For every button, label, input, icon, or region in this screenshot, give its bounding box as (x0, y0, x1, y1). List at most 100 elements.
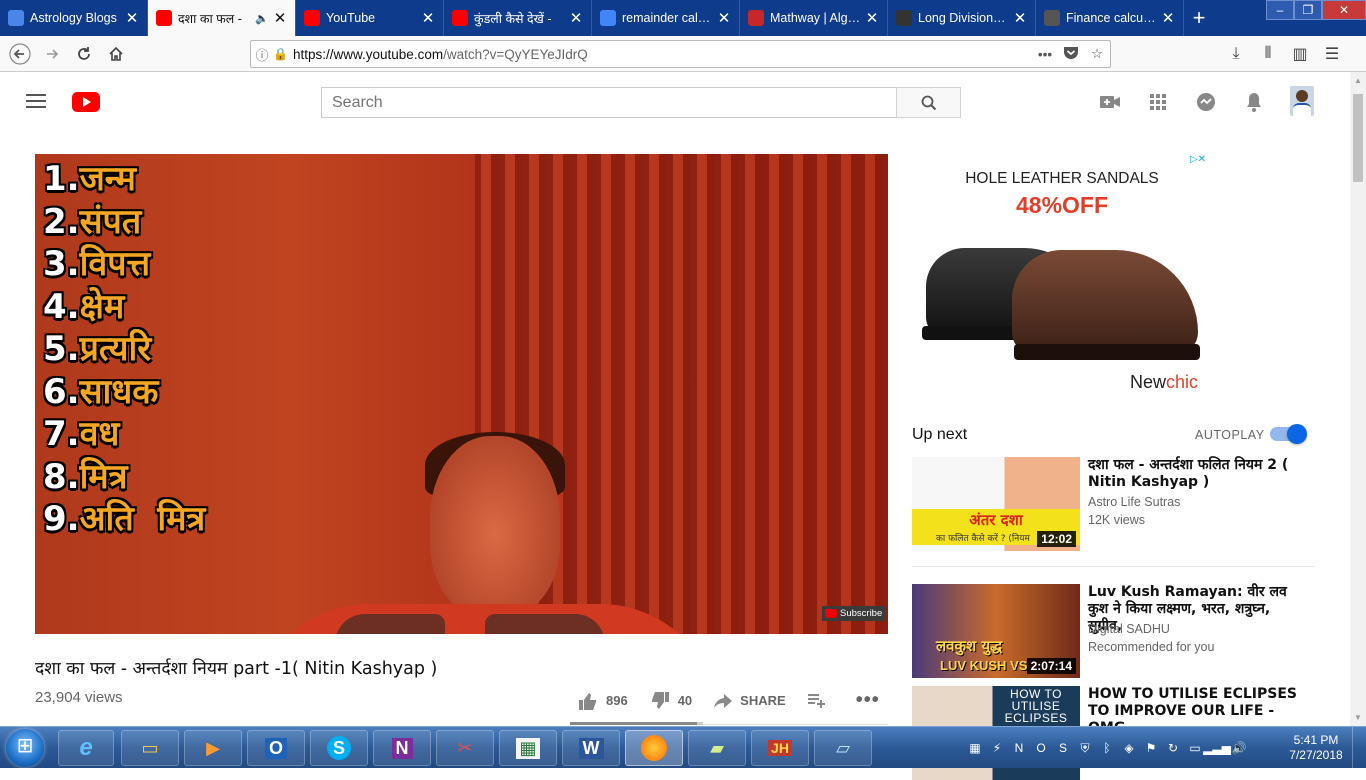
close-tab-icon[interactable]: ✕ (717, 9, 731, 27)
notifications-bell-icon[interactable] (1230, 90, 1278, 114)
recommendation-channel[interactable]: Astro Life Sutras (1088, 495, 1180, 509)
youtube-logo[interactable] (72, 92, 100, 112)
more-actions-button[interactable]: ••• (856, 689, 880, 712)
apps-grid-icon[interactable] (1134, 90, 1182, 114)
taskbar-sticky-notes-icon[interactable]: ▰ (688, 730, 746, 766)
taskbar-app-icon[interactable]: JH (751, 730, 809, 766)
tray-monitor-icon[interactable]: ▭ (1186, 739, 1204, 757)
taskbar-explorer-icon[interactable]: ▭ (121, 730, 179, 766)
tray-security-icon[interactable]: ⛨ (1076, 739, 1094, 757)
browser-tab[interactable]: YouTube ✕ (296, 0, 444, 36)
library-icon[interactable]: ⫴ (1252, 40, 1284, 68)
close-tab-icon[interactable]: ✕ (125, 9, 139, 27)
sidebar-icon[interactable]: ▥ (1284, 40, 1316, 68)
close-tab-icon[interactable]: ✕ (1161, 9, 1175, 27)
tray-outlook-icon[interactable]: O (1032, 739, 1050, 757)
create-video-icon[interactable] (1086, 90, 1134, 114)
browser-tab[interactable]: Long Division Ca ✕ (888, 0, 1036, 36)
taskbar-clock[interactable]: 5:41 PM 7/27/2018 (1284, 733, 1348, 763)
tray-power-icon[interactable]: ⚡ (988, 739, 1006, 757)
taskbar-excel-chart-icon[interactable]: ▦ (499, 730, 557, 766)
display-ad[interactable]: ▷✕ HOLE LEATHER SANDALS 48%OFF Newchic (912, 154, 1212, 404)
recommendation-title[interactable]: दशा फल - अन्तर्दशा फलित नियम 2 ( Nitin K… (1088, 457, 1308, 491)
browser-tab[interactable]: Finance calculato ✕ (1036, 0, 1184, 36)
forward-button[interactable] (36, 38, 68, 70)
back-button[interactable] (4, 38, 36, 70)
close-tab-icon[interactable]: ✕ (421, 9, 435, 27)
taskbar-notepad-icon[interactable]: ▱ (814, 730, 872, 766)
download-icon[interactable]: ⤓ (1220, 40, 1252, 68)
recommendation-item[interactable]: लवकुश युद्ध LUV KUSH VS 2:07:14 Luv Kush Ra… (912, 584, 1314, 678)
recommendation-item[interactable]: HOW TO UTILISE ECLIPSES HOW TO UTILISE EC… (912, 686, 1314, 780)
reload-button[interactable] (68, 38, 100, 70)
recommendation-item[interactable]: अंतर दशा का फलित कैसे करें ? (नियम 12:02 दश… (912, 457, 1314, 551)
video-player[interactable]: 1.जन्म 2.संपत 3.विपत्त 4.क्षेम 5.प्रत्यरि 6.स… (35, 154, 888, 634)
browser-tab[interactable]: कुंडली कैसे देखें - ✕ (444, 0, 592, 36)
home-button[interactable] (100, 38, 132, 70)
youtube-header (0, 72, 1350, 130)
start-button[interactable] (6, 729, 44, 767)
taskbar-firefox-icon[interactable] (625, 730, 683, 766)
search-button[interactable] (896, 87, 961, 118)
tab-title: remainder calcul (622, 11, 713, 25)
tray-bluetooth-icon[interactable]: ᛒ (1098, 739, 1116, 757)
page-actions-icon[interactable]: ••• (1032, 47, 1058, 62)
tray-sync-icon[interactable]: ↻ (1164, 739, 1182, 757)
taskbar-outlook-icon[interactable]: O (247, 730, 305, 766)
scroll-down-arrow-icon[interactable]: ▼ (1350, 713, 1366, 722)
close-tab-icon[interactable]: ✕ (569, 9, 583, 27)
taskbar-word-icon[interactable]: W (562, 730, 620, 766)
like-button[interactable]: 896 (578, 692, 628, 710)
browser-tab[interactable]: remainder calcul ✕ (592, 0, 740, 36)
lock-icon: 🔒 (273, 47, 288, 61)
browser-tab[interactable]: दशा का फल - 🔈 ✕ (148, 0, 296, 36)
url-bar[interactable]: ⓘ 🔒 https://www.youtube.com/watch?v=QyYE… (250, 40, 1111, 68)
window-controls: – ❐ ✕ (1266, 0, 1366, 20)
new-tab-button[interactable]: + (1184, 0, 1214, 36)
taskbar-snipping-tool-icon[interactable]: ✂ (436, 730, 494, 766)
minimize-button[interactable]: – (1266, 0, 1294, 20)
tray-onenote-icon[interactable]: N (1010, 739, 1028, 757)
adchoices-icon[interactable]: ▷✕ (1184, 154, 1212, 168)
taskbar-skype-icon[interactable]: S (310, 730, 368, 766)
dislike-button[interactable]: 40 (650, 691, 692, 710)
tray-network-share-icon[interactable]: ▦ (966, 739, 984, 757)
recommendation-thumbnail[interactable]: लवकुश युद्ध LUV KUSH VS 2:07:14 (912, 584, 1080, 678)
menu-icon[interactable]: ☰ (1316, 40, 1348, 68)
account-avatar[interactable] (1290, 86, 1314, 116)
browser-tab[interactable]: Astrology Blogs ✕ (0, 0, 148, 36)
maximize-button[interactable]: ❐ (1294, 0, 1322, 20)
guide-menu-icon[interactable] (26, 94, 46, 108)
close-tab-icon[interactable]: ✕ (273, 9, 287, 27)
tray-signal-icon[interactable]: ▂▃▅ (1203, 739, 1231, 757)
share-button[interactable]: SHARE (714, 693, 786, 708)
close-window-button[interactable]: ✕ (1322, 0, 1366, 20)
tray-volume-icon[interactable]: 🔊 (1230, 739, 1248, 757)
tray-flag-icon[interactable]: ⚑ (1142, 739, 1160, 757)
overlay-list-item: 4.क्षेम (43, 286, 205, 329)
show-desktop-button[interactable] (1352, 727, 1366, 769)
bookmark-star-icon[interactable]: ☆ (1084, 46, 1110, 62)
pocket-icon[interactable] (1058, 46, 1084, 63)
add-to-playlist-button[interactable] (807, 693, 834, 708)
scrollbar-thumb[interactable] (1353, 94, 1363, 182)
info-icon[interactable]: ⓘ (251, 45, 273, 64)
tray-antivirus-icon[interactable]: ◈ (1120, 739, 1138, 757)
taskbar-onenote-icon[interactable]: N (373, 730, 431, 766)
close-tab-icon[interactable]: ✕ (865, 9, 879, 27)
taskbar-ie-icon[interactable]: e (58, 730, 114, 766)
browser-tab[interactable]: Mathway | Algeb ✕ (740, 0, 888, 36)
recommendation-channel[interactable]: Digital SADHU (1088, 622, 1170, 636)
scroll-up-arrow-icon[interactable]: ▲ (1350, 76, 1366, 85)
taskbar-media-player-icon[interactable]: ▶ (184, 730, 242, 766)
close-tab-icon[interactable]: ✕ (1013, 9, 1027, 27)
tray-skype-icon[interactable]: S (1054, 739, 1072, 757)
messages-icon[interactable] (1182, 90, 1230, 114)
tab-audio-icon[interactable]: 🔈 (255, 12, 269, 25)
url-text[interactable]: https://www.youtube.com/watch?v=QyYEYeJI… (289, 47, 1032, 62)
page-scrollbar[interactable]: ▲ ▼ (1350, 72, 1366, 726)
recommendation-thumbnail[interactable]: अंतर दशा का फलित कैसे करें ? (नियम 12:02 (912, 457, 1080, 551)
subscribe-watermark[interactable]: Subscribe (822, 606, 886, 621)
autoplay-toggle[interactable] (1270, 424, 1307, 444)
search-input[interactable] (321, 87, 897, 118)
